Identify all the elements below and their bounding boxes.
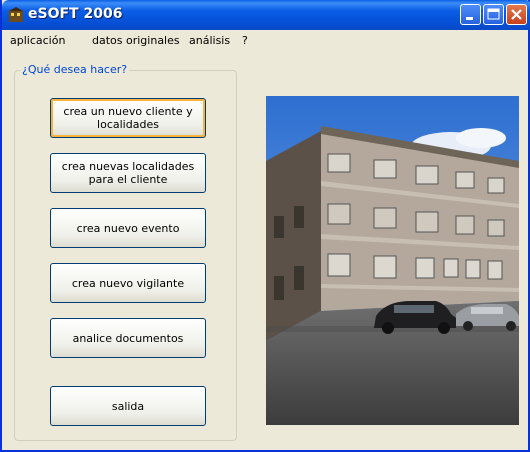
exit-button[interactable]: salida	[50, 386, 206, 426]
minimize-icon	[466, 17, 473, 20]
title-bar[interactable]: eSOFT 2006	[2, 0, 530, 30]
menu-bar: aplicación datos originales análisis ?	[2, 30, 528, 50]
maximize-icon	[487, 8, 500, 20]
new-client-button[interactable]: crea un nuevo cliente y localidades	[50, 98, 206, 138]
window-title: eSOFT 2006	[28, 6, 123, 22]
building-photo	[266, 96, 519, 425]
new-event-button[interactable]: crea nuevo evento	[50, 208, 206, 248]
menu-help[interactable]: ?	[242, 34, 248, 47]
menu-datos-originales[interactable]: datos originales	[92, 34, 180, 47]
maximize-button[interactable]	[483, 4, 504, 25]
menu-analisis[interactable]: análisis	[189, 34, 230, 47]
close-button[interactable]	[506, 4, 527, 25]
group-label: ¿Qué desea hacer?	[20, 63, 130, 76]
close-icon	[511, 9, 522, 20]
app-icon	[9, 7, 23, 22]
analyze-documents-button[interactable]: analice documentos	[50, 318, 206, 358]
app-window: eSOFT 2006 aplicación datos originales a…	[0, 0, 530, 452]
menu-aplicacion[interactable]: aplicación	[10, 34, 65, 47]
new-guard-button[interactable]: crea nuevo vigilante	[50, 263, 206, 303]
new-locations-button[interactable]: crea nuevas localidades para el cliente	[50, 153, 206, 193]
minimize-button[interactable]	[460, 4, 481, 25]
